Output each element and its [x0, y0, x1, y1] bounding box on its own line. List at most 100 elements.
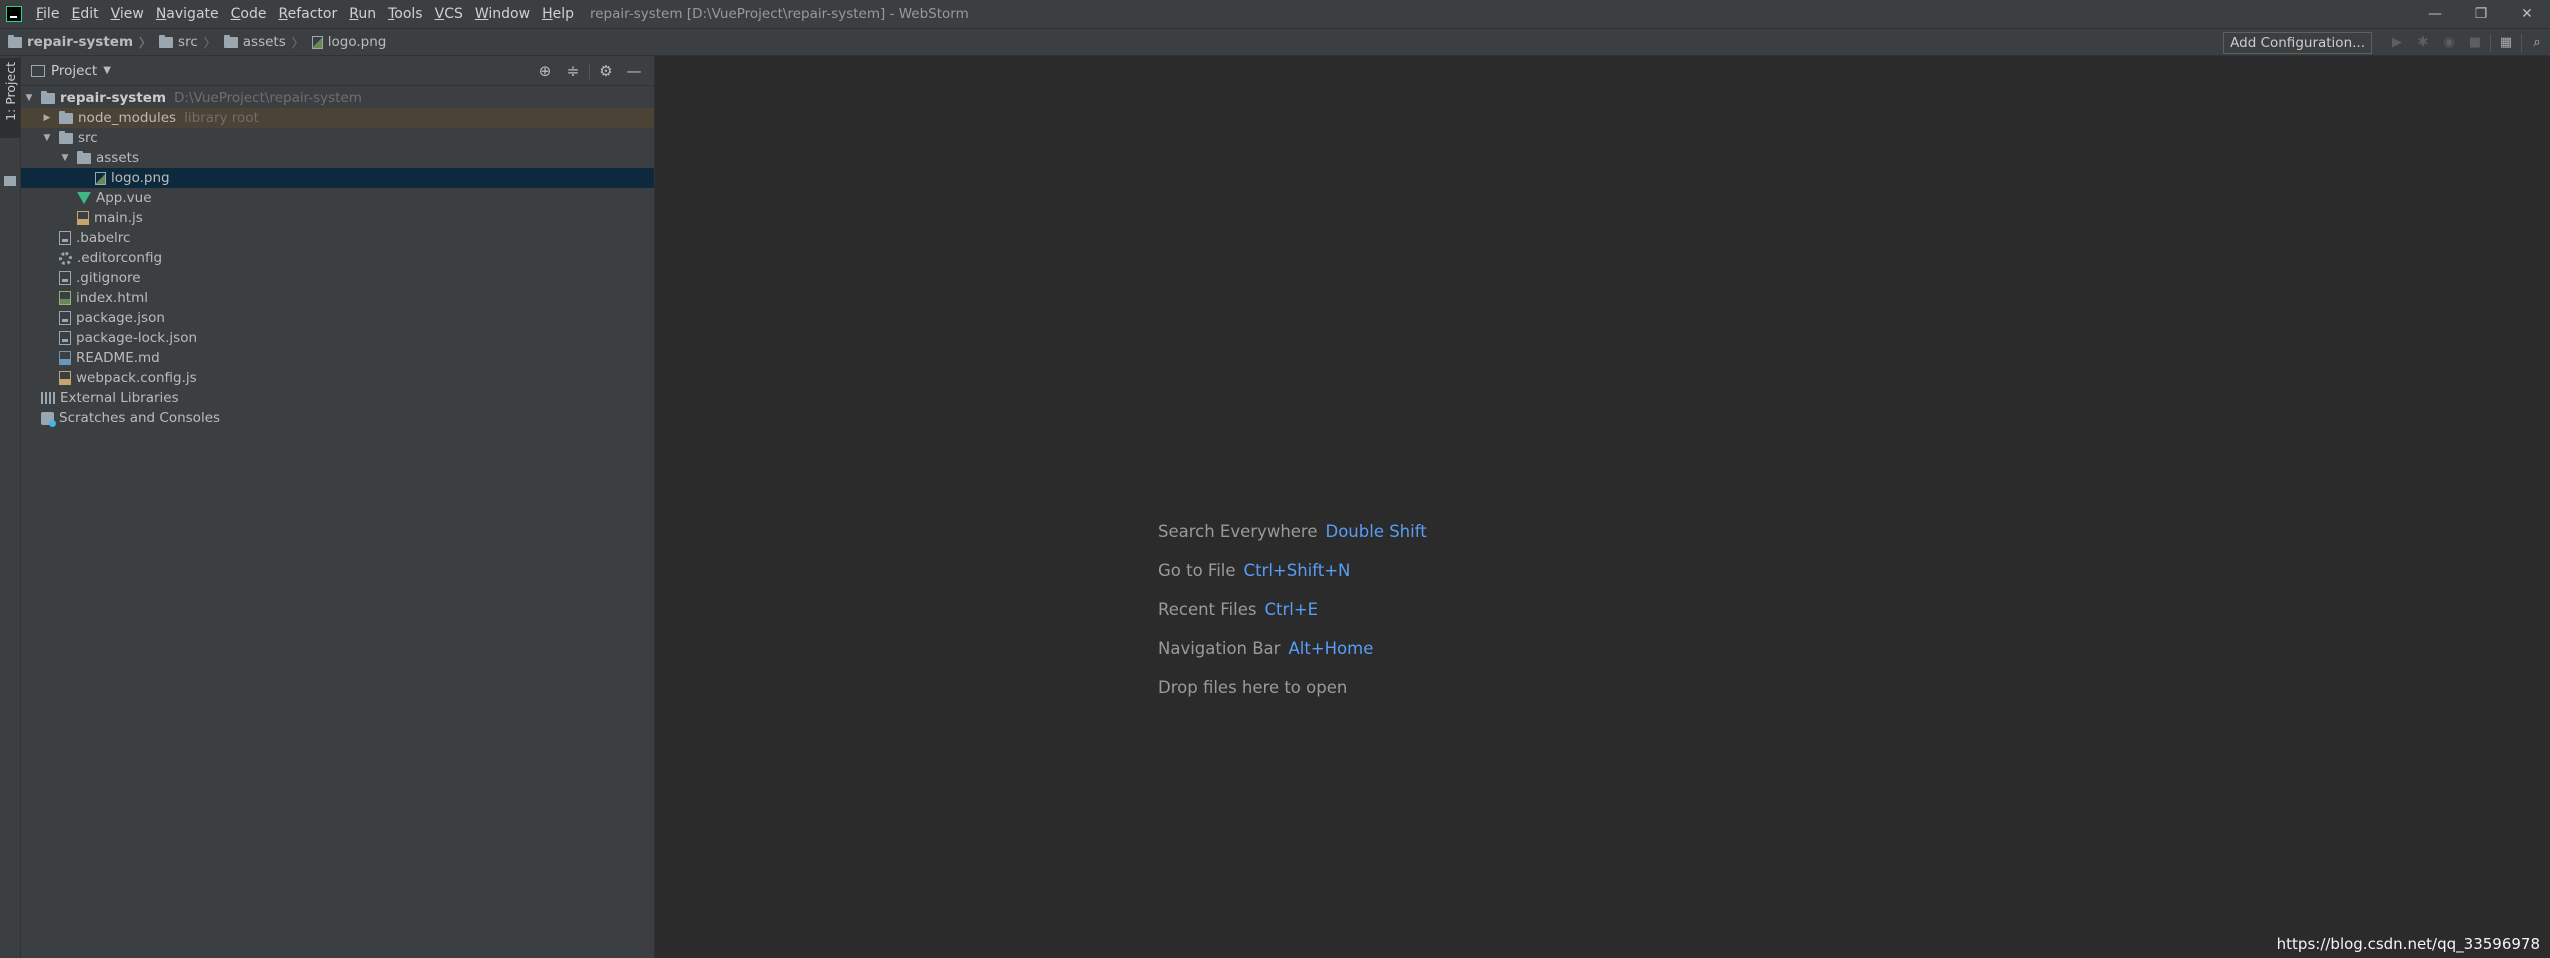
tree-row-scratches[interactable]: Scratches and Consoles — [21, 408, 654, 428]
menu-vcs[interactable]: VCS — [429, 0, 469, 28]
breadcrumb-logo[interactable]: logo.png — [304, 34, 386, 50]
left-tool-stripe: 1: Project — [0, 56, 21, 958]
javascript-file-icon — [59, 371, 71, 385]
collapse-all-icon[interactable]: ≑ — [559, 62, 587, 80]
editor-area[interactable]: Search Everywhere Double Shift Go to File… — [655, 56, 2550, 958]
menu-window[interactable]: Window — [469, 0, 536, 28]
collapsed-arrow-icon[interactable]: ▶ — [41, 113, 53, 123]
json-file-icon — [59, 311, 71, 325]
image-file-icon — [311, 35, 323, 49]
toolbar-divider — [589, 63, 590, 79]
search-icon[interactable]: ⌕ — [2524, 30, 2550, 56]
menu-edit[interactable]: Edit — [65, 0, 104, 28]
add-configuration-button[interactable]: Add Configuration... — [2223, 31, 2372, 54]
folder-icon — [8, 34, 22, 48]
expanded-arrow-icon[interactable]: ▼ — [23, 93, 35, 103]
tree-row-package-json[interactable]: package.json — [21, 308, 654, 328]
tree-row-app-vue[interactable]: App.vue — [21, 188, 654, 208]
project-panel-tools: ⊕ ≑ ⚙ — — [531, 56, 648, 86]
chevron-right-icon: 〉 — [291, 35, 304, 50]
breadcrumb-src[interactable]: src 〉 — [151, 34, 216, 51]
hint-drop-files: Drop files here to open — [1158, 678, 1348, 697]
menu-refactor[interactable]: Refactor — [272, 0, 343, 28]
tree-row-src[interactable]: ▼ src — [21, 128, 654, 148]
breadcrumb-project[interactable]: repair-system 〉 — [0, 34, 151, 51]
menu-view[interactable]: View — [105, 0, 150, 28]
tree-row-index-html[interactable]: index.html — [21, 288, 654, 308]
debug-icon[interactable]: ✱ — [2410, 30, 2436, 56]
tree-row-node-modules[interactable]: ▶ node_modules library root — [21, 108, 654, 128]
hint-go-to-file: Go to File Ctrl+Shift+N — [1158, 561, 1351, 580]
project-view-icon — [31, 64, 45, 77]
menu-tools[interactable]: Tools — [382, 0, 429, 28]
folder-icon — [59, 130, 73, 144]
breadcrumb-assets[interactable]: assets 〉 — [216, 34, 304, 51]
image-file-icon — [95, 171, 106, 185]
hide-panel-icon[interactable]: — — [620, 62, 648, 80]
navigation-bar: repair-system 〉 src 〉 assets 〉 logo.png … — [0, 28, 2550, 56]
toolbar-divider — [2490, 33, 2491, 52]
project-tool-tab[interactable]: 1: Project — [0, 58, 20, 138]
javascript-file-icon — [77, 211, 89, 225]
menu-run[interactable]: Run — [343, 0, 382, 28]
text-file-icon — [59, 271, 71, 285]
gear-icon — [59, 251, 72, 265]
project-structure-icon[interactable]: ▦ — [2493, 30, 2519, 56]
tree-row-babelrc[interactable]: .babelrc — [21, 228, 654, 248]
tree-row-external-libraries[interactable]: External Libraries — [21, 388, 654, 408]
window-title: repair-system [D:\VueProject\repair-syst… — [590, 6, 969, 22]
markdown-file-icon — [59, 351, 71, 365]
window-controls: — ❐ ✕ — [2412, 0, 2550, 28]
run-icon[interactable]: ▶ — [2384, 30, 2410, 56]
project-panel: Project ▼ ⊕ ≑ ⚙ — ▼ repair-system D:\Vue… — [21, 56, 655, 958]
empty-editor-hints: Search Everywhere Double Shift Go to File… — [1158, 520, 1427, 715]
menu-code[interactable]: Code — [225, 0, 273, 28]
library-icon — [41, 392, 55, 404]
menu-help[interactable]: Help — [536, 0, 580, 28]
folder-icon — [41, 90, 55, 104]
json-file-icon — [59, 331, 71, 345]
gear-icon[interactable]: ⚙ — [592, 62, 620, 80]
scratches-icon — [41, 411, 56, 427]
tree-row-assets[interactable]: ▼ assets — [21, 148, 654, 168]
close-button[interactable]: ✕ — [2504, 0, 2550, 28]
restore-button[interactable]: ❐ — [2458, 0, 2504, 28]
tree-row-logo-png[interactable]: logo.png — [21, 168, 654, 188]
project-panel-title[interactable]: Project — [51, 63, 97, 79]
minimize-button[interactable]: — — [2412, 0, 2458, 28]
expanded-arrow-icon[interactable]: ▼ — [41, 133, 53, 143]
menu-file[interactable]: File — [30, 0, 65, 28]
tree-row-main-js[interactable]: main.js — [21, 208, 654, 228]
hint-navigation-bar: Navigation Bar Alt+Home — [1158, 639, 1374, 658]
stop-icon[interactable]: ■ — [2462, 30, 2488, 56]
vue-file-icon — [77, 192, 91, 204]
folder-icon — [77, 150, 91, 164]
locate-file-icon[interactable]: ⊕ — [531, 62, 559, 80]
html-file-icon — [59, 291, 71, 305]
tree-row-gitignore[interactable]: .gitignore — [21, 268, 654, 288]
structure-tool-icon[interactable] — [4, 176, 16, 186]
project-panel-header: Project ▼ ⊕ ≑ ⚙ — — [21, 56, 654, 86]
title-bar: File Edit View Navigate Code Refactor Ru… — [0, 0, 2550, 28]
config-file-icon — [59, 231, 71, 245]
chevron-down-icon[interactable]: ▼ — [103, 65, 111, 76]
tree-row-editorconfig[interactable]: .editorconfig — [21, 248, 654, 268]
hint-search-everywhere: Search Everywhere Double Shift — [1158, 522, 1427, 541]
hint-recent-files: Recent Files Ctrl+E — [1158, 600, 1319, 619]
watermark-url: https://blog.csdn.net/qq_33596978 — [2276, 935, 2540, 953]
toolbar-divider — [2521, 33, 2522, 52]
run-toolbar: Add Configuration... ▶ ✱ ◉ ■ ▦ ⌕ — [2223, 29, 2550, 56]
folder-icon — [159, 34, 174, 48]
tree-row-readme[interactable]: README.md — [21, 348, 654, 368]
expanded-arrow-icon[interactable]: ▼ — [59, 153, 71, 163]
chevron-right-icon: 〉 — [203, 35, 216, 50]
menu-navigate[interactable]: Navigate — [150, 0, 225, 28]
tree-row-webpack-config[interactable]: webpack.config.js — [21, 368, 654, 388]
tree-row-package-lock-json[interactable]: package-lock.json — [21, 328, 654, 348]
chevron-right-icon: 〉 — [139, 35, 152, 50]
tree-row-root[interactable]: ▼ repair-system D:\VueProject\repair-sys… — [21, 88, 654, 108]
project-tree: ▼ repair-system D:\VueProject\repair-sys… — [21, 86, 654, 428]
folder-icon — [223, 34, 238, 48]
folder-icon — [59, 110, 73, 124]
coverage-icon[interactable]: ◉ — [2436, 30, 2462, 56]
